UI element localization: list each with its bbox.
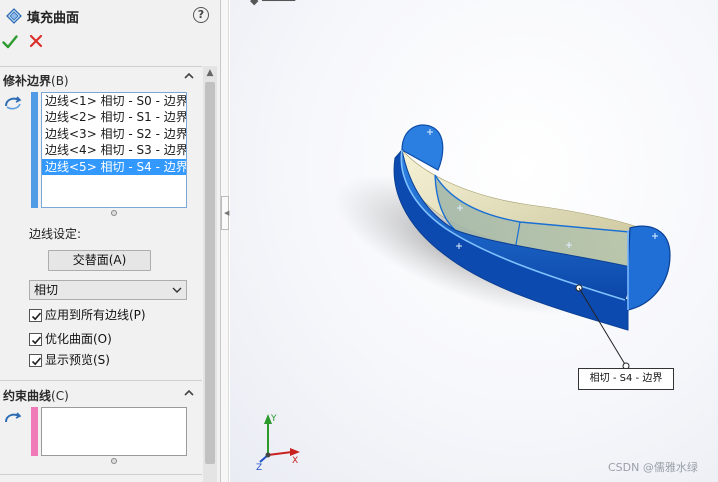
model-view[interactable]: Y X Z: [230, 0, 718, 482]
constraint-curves-shortcut: (C): [51, 389, 69, 403]
constraint-curves-section-header[interactable]: 约束曲线(C): [0, 380, 202, 404]
cancel-icon[interactable]: [29, 34, 43, 48]
edge-settings-label: 边线设定:: [29, 227, 82, 241]
boundary-edge-list[interactable]: 边线<1> 相切 - S0 - 边界 边线<2> 相切 - S1 - 边界 边线…: [41, 92, 187, 208]
edge-list-item-selected[interactable]: 边线<5> 相切 - S4 - 边界: [42, 158, 186, 175]
patch-boundary-shortcut: (B): [51, 74, 69, 88]
splitter-grip[interactable]: ◀: [221, 196, 229, 230]
edge-list-item[interactable]: 边线<3> 相切 - S2 - 边界: [42, 126, 186, 142]
apply-all-edges-checkbox[interactable]: 应用到所有边线(P): [29, 308, 199, 324]
boundary-condition-value: 相切: [34, 283, 59, 297]
fill-surface-icon: [6, 8, 22, 24]
feature-header: 填充曲面 ?: [0, 0, 220, 60]
panel-scrollbar[interactable]: ▲: [203, 66, 217, 482]
list-resize-handle[interactable]: [111, 210, 117, 216]
chevron-up-icon[interactable]: [183, 387, 195, 399]
edge-list-item[interactable]: 边线<4> 相切 - S3 - 边界: [42, 142, 186, 158]
scroll-up-icon[interactable]: ▲: [205, 68, 215, 78]
end-cap-face[interactable]: [627, 225, 671, 311]
check-icon: [31, 336, 42, 345]
help-icon[interactable]: ?: [193, 7, 209, 23]
edge-callout-label[interactable]: 相切 - S4 - 边界: [578, 368, 674, 390]
alternate-face-button[interactable]: 交替面(A): [48, 250, 151, 271]
axis-y-label: Y: [270, 414, 277, 424]
apply-all-edges-label: 应用到所有边线(P): [45, 308, 146, 322]
checkbox-box[interactable]: [29, 354, 42, 367]
section-divider: [0, 474, 202, 475]
edge-list-item[interactable]: 边线<1> 相切 - S0 - 边界: [42, 93, 186, 109]
axis-triad: Y X Z: [256, 414, 300, 473]
show-preview-checkbox[interactable]: 显示预览(S): [29, 353, 199, 369]
constraint-color-strip: [31, 407, 38, 456]
boundary-select-icon: [5, 96, 22, 110]
check-icon: [31, 312, 42, 321]
collapse-arrow-icon: ◀: [224, 209, 230, 217]
check-icon: [31, 357, 42, 366]
boundary-color-strip: [31, 92, 38, 208]
feature-title: 填充曲面: [27, 11, 80, 26]
patch-boundary-section-header[interactable]: 修补边界(B): [0, 66, 202, 90]
ok-icon[interactable]: [2, 34, 18, 50]
constraint-curve-icon: [5, 412, 22, 423]
watermark-text: CSDN @儒雅水绿: [608, 461, 698, 474]
optimize-surface-checkbox[interactable]: 优化曲面(O): [29, 332, 199, 348]
edge-list-item[interactable]: 边线<2> 相切 - S1 - 边界: [42, 109, 186, 125]
chevron-down-icon: [172, 287, 182, 293]
constraint-curve-list[interactable]: [41, 407, 187, 456]
optimize-surface-label: 优化曲面(O): [45, 332, 112, 346]
scrollbar-thumb[interactable]: [205, 82, 215, 464]
chevron-up-icon[interactable]: [183, 70, 195, 82]
property-manager: 填充曲面 ? 修补边界(B) 边线<1> 相切 - S0 - 边界 边线<2> …: [0, 0, 221, 482]
list-resize-handle[interactable]: [111, 458, 117, 464]
patch-boundary-label: 修补边界: [3, 74, 52, 88]
axis-x-label: X: [292, 456, 298, 466]
panel-splitter[interactable]: ◀: [221, 0, 229, 482]
graphics-viewport[interactable]: ◆ ━━━━━ Y X Z 相切 - S4 - 边界 CSDN @儒雅水绿: [230, 0, 718, 482]
checkbox-box[interactable]: [29, 333, 42, 346]
show-preview-label: 显示预览(S): [45, 353, 110, 367]
axis-z-label: Z: [256, 463, 262, 473]
constraint-curves-label: 约束曲线: [3, 389, 52, 403]
checkbox-box[interactable]: [29, 309, 42, 322]
boundary-condition-select[interactable]: 相切: [29, 280, 187, 300]
